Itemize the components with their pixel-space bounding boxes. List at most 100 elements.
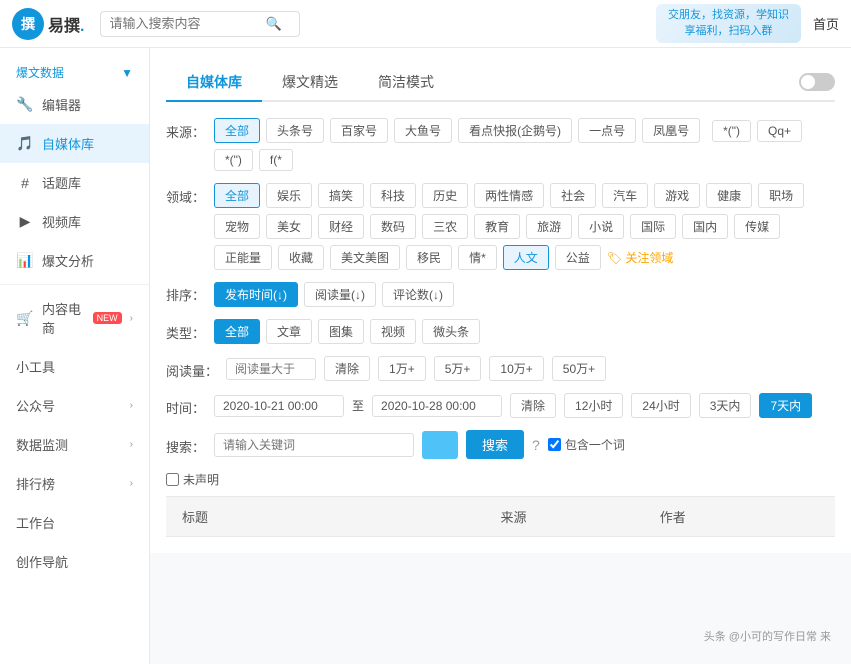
table-header: 标题 来源 作者 <box>166 496 835 537</box>
domain-btn-design[interactable]: 美文美图 <box>330 245 400 270</box>
type-filter-row: 类型： 全部 文章 图集 视频 微头条 <box>166 319 835 344</box>
domain-btn-positive[interactable]: 正能量 <box>214 245 272 270</box>
source-btn-toutiao[interactable]: 头条号 <box>266 118 324 143</box>
domain-btn-emotion[interactable]: 两性情感 <box>474 183 544 208</box>
domain-btn-ent[interactable]: 娱乐 <box>266 183 312 208</box>
include-word-input[interactable] <box>548 438 561 451</box>
read-btn-10w[interactable]: 10万+ <box>489 356 543 381</box>
source-btn-s2[interactable]: Qq+ <box>757 120 802 142</box>
source-btn-fenghuang[interactable]: 凤凰号 <box>642 118 700 143</box>
domain-btn-society[interactable]: 社会 <box>550 183 596 208</box>
sidebar-item-label: 爆文分析 <box>42 251 133 270</box>
domain-btn-gongyi[interactable]: 公益 <box>555 245 601 270</box>
domain-btn-travel[interactable]: 旅游 <box>526 214 572 239</box>
content: 自媒体库 爆文精选 简洁模式 来源： 全部 头条号 百家号 <box>150 48 851 664</box>
time-sep: 至 <box>352 397 364 414</box>
sort-btn-comment[interactable]: 评论数(↓) <box>382 282 454 307</box>
tab-zimeiti[interactable]: 自媒体库 <box>166 64 262 102</box>
read-btn-50w[interactable]: 50万+ <box>552 356 606 381</box>
read-btn-clear[interactable]: 清除 <box>324 356 370 381</box>
sidebar-section-baowendata[interactable]: 爆文数据 ▼ <box>0 56 149 85</box>
sidebar-item-label: 自媒体库 <box>42 134 133 153</box>
domain-btn-all[interactable]: 全部 <box>214 183 260 208</box>
domain-btn-sannong[interactable]: 三农 <box>422 214 468 239</box>
domain-btn-collection[interactable]: 收藏 <box>278 245 324 270</box>
type-btn-gallery[interactable]: 图集 <box>318 319 364 344</box>
search-icon[interactable]: 🔍 <box>265 16 281 32</box>
time-btn-24h[interactable]: 24小时 <box>631 393 690 418</box>
time-to-input[interactable] <box>372 395 502 417</box>
search-button[interactable]: 搜索 <box>466 430 524 459</box>
domain-btn-pet[interactable]: 宠物 <box>214 214 260 239</box>
undeclared-input[interactable] <box>166 473 179 486</box>
header-search-bar[interactable]: 🔍 <box>100 11 300 37</box>
domain-btn-immigrant[interactable]: 移民 <box>406 245 452 270</box>
domain-btn-media[interactable]: 传媒 <box>734 214 780 239</box>
type-options: 全部 文章 图集 视频 微头条 <box>214 319 835 344</box>
source-btn-kandian[interactable]: 看点快报(企鹅号) <box>458 118 572 143</box>
domain-btn-intl[interactable]: 国际 <box>630 214 676 239</box>
domain-btn-xiaoshuo[interactable]: 小说 <box>578 214 624 239</box>
source-btn-all[interactable]: 全部 <box>214 118 260 143</box>
source-btn-yidian[interactable]: 一点号 <box>578 118 636 143</box>
arrow-icon: › <box>130 478 133 489</box>
source-btn-baijiahao[interactable]: 百家号 <box>330 118 388 143</box>
sidebar-item-video[interactable]: ▶ 视频库 <box>0 202 149 241</box>
tab-jianjiemode[interactable]: 简洁模式 <box>358 64 454 102</box>
video-icon: ▶ <box>16 213 34 231</box>
time-btn-clear[interactable]: 清除 <box>510 393 556 418</box>
sidebar-item-ecommerce[interactable]: 🛒 内容电商 NEW › <box>0 289 149 347</box>
sidebar-item-workspace[interactable]: 工作台 <box>0 503 149 542</box>
time-btn-7d[interactable]: 7天内 <box>759 393 812 418</box>
domain-btn-car[interactable]: 汽车 <box>602 183 648 208</box>
type-btn-microhead[interactable]: 微头条 <box>422 319 480 344</box>
time-btn-3d[interactable]: 3天内 <box>699 393 752 418</box>
domain-btn-beauty[interactable]: 美女 <box>266 214 312 239</box>
sort-btn-time[interactable]: 发布时间(↓) <box>214 282 298 307</box>
domain-btn-health[interactable]: 健康 <box>706 183 752 208</box>
sidebar-item-rankings[interactable]: 排行榜 › <box>0 464 149 503</box>
sidebar-item-publicaccount[interactable]: 公众号 › <box>0 386 149 425</box>
read-input[interactable] <box>226 358 316 380</box>
sidebar-item-datamonitor[interactable]: 数据监测 › <box>0 425 149 464</box>
sidebar-item-analysis[interactable]: 📊 爆文分析 <box>0 241 149 280</box>
sidebar-item-editor[interactable]: 🔧 编辑器 <box>0 85 149 124</box>
type-btn-all[interactable]: 全部 <box>214 319 260 344</box>
type-btn-video[interactable]: 视频 <box>370 319 416 344</box>
domain-btn-education[interactable]: 教育 <box>474 214 520 239</box>
tab-baowenjingxuan[interactable]: 爆文精选 <box>262 64 358 102</box>
sidebar-item-zimeiti[interactable]: 🎵 自媒体库 <box>0 124 149 163</box>
domain-btn-tech[interactable]: 科技 <box>370 183 416 208</box>
keyword-input[interactable] <box>214 433 414 457</box>
domain-btn-domestic[interactable]: 国内 <box>682 214 728 239</box>
read-btn-5w[interactable]: 5万+ <box>434 356 482 381</box>
time-btn-12h[interactable]: 12小时 <box>564 393 623 418</box>
header-nav-home[interactable]: 首页 <box>813 14 839 33</box>
sidebar-item-topic[interactable]: # 话题库 <box>0 163 149 202</box>
toggle-switch[interactable] <box>799 73 835 91</box>
time-from-input[interactable] <box>214 395 344 417</box>
include-word-checkbox[interactable]: 包含一个词 <box>548 436 625 453</box>
color-block[interactable] <box>422 431 458 459</box>
domain-btn-funny[interactable]: 搞笑 <box>318 183 364 208</box>
domain-btn-workplace[interactable]: 职场 <box>758 183 804 208</box>
header-search-input[interactable] <box>109 16 259 31</box>
domain-btn-other[interactable]: 情* <box>458 245 497 270</box>
sidebar-item-creation[interactable]: 创作导航 <box>0 542 149 581</box>
source-btn-s4[interactable]: f(* <box>259 149 293 171</box>
sidebar-item-tools[interactable]: 小工具 <box>0 347 149 386</box>
source-btn-s1[interactable]: *(") <box>712 120 751 142</box>
domain-btn-finance[interactable]: 财经 <box>318 214 364 239</box>
domain-btn-history[interactable]: 历史 <box>422 183 468 208</box>
type-btn-article[interactable]: 文章 <box>266 319 312 344</box>
domain-follow-link[interactable]: 🏷 关注领域 <box>607 249 674 266</box>
domain-btn-renwen[interactable]: 人文 <box>503 245 549 270</box>
domain-btn-digital[interactable]: 数码 <box>370 214 416 239</box>
undeclared-checkbox[interactable]: 未声明 <box>166 471 219 488</box>
sort-btn-read[interactable]: 阅读量(↓) <box>304 282 376 307</box>
read-btn-1w[interactable]: 1万+ <box>378 356 426 381</box>
domain-btn-game[interactable]: 游戏 <box>654 183 700 208</box>
source-btn-s3[interactable]: *(") <box>214 149 253 171</box>
help-icon[interactable]: ? <box>532 437 540 453</box>
source-btn-dayu[interactable]: 大鱼号 <box>394 118 452 143</box>
